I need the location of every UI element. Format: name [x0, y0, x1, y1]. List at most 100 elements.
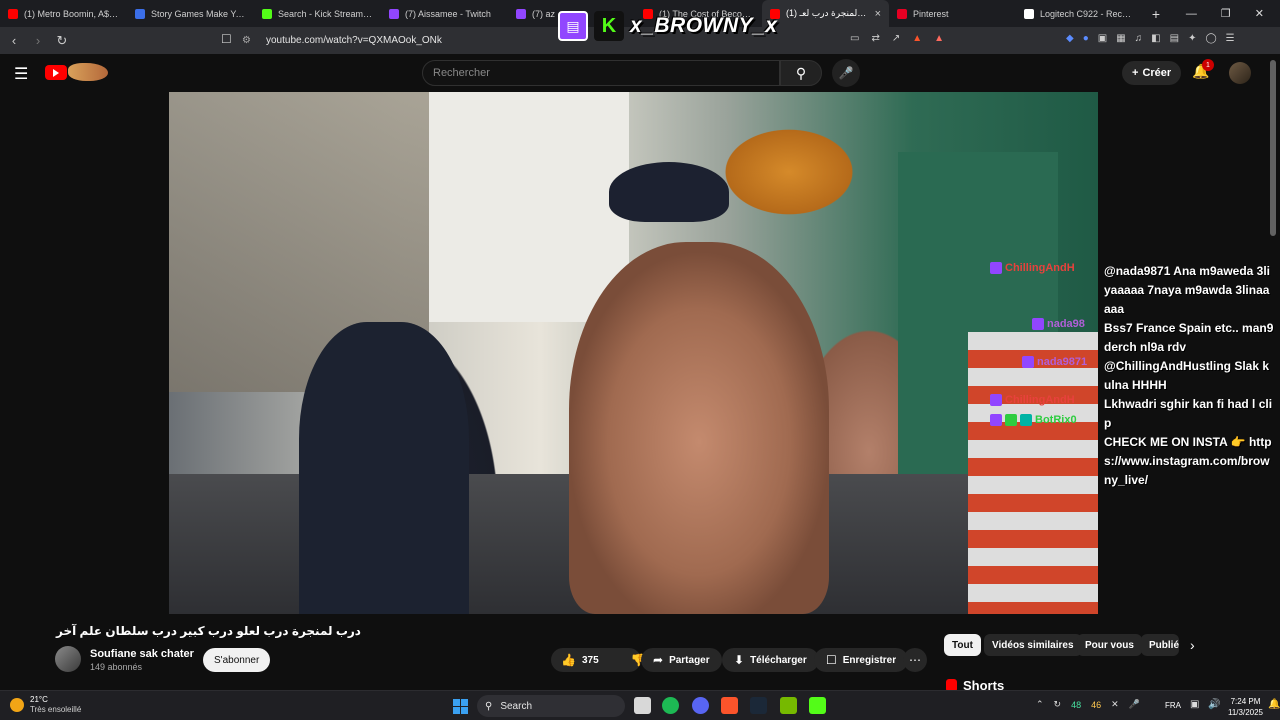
sync-icon[interactable]: ↻: [1054, 699, 1062, 710]
tray-counter[interactable]: 48: [1071, 700, 1081, 710]
chat-username-text: ChillingAndH: [1005, 262, 1075, 274]
search-icon: ⚲: [485, 700, 493, 712]
weather-widget[interactable]: 21°C Très ensoleillé: [10, 695, 81, 715]
tab-title: (1) درب لمنجرة درب لعـ: [786, 8, 869, 18]
tab-title: Pinterest: [913, 8, 949, 19]
chip-all[interactable]: Tout: [944, 634, 981, 656]
video-player[interactable]: [169, 92, 1098, 614]
network-off-icon[interactable]: ✕: [1111, 699, 1119, 710]
browser-menu-icon[interactable]: ☰: [1226, 33, 1235, 44]
share-page-icon[interactable]: ↗: [892, 33, 900, 44]
video-frame-main-person: [569, 242, 829, 614]
sidebar-icon[interactable]: ◧: [1151, 33, 1160, 44]
notification-center-icon[interactable]: 🔔: [1268, 699, 1280, 710]
create-button[interactable]: + Créer: [1122, 61, 1182, 85]
search-input[interactable]: Rechercher: [422, 60, 780, 86]
download-button[interactable]: ⬇ Télécharger: [722, 648, 819, 672]
clock[interactable]: 7:24 PM 11/3/2025: [1228, 696, 1263, 718]
video-frame-person: [299, 322, 469, 614]
youtube-icon: [8, 8, 18, 19]
temperature: 21°C: [30, 695, 48, 704]
extension-icon[interactable]: ▣: [1098, 33, 1107, 44]
restore-icon[interactable]: ❐: [1221, 7, 1231, 20]
browser-tab[interactable]: (7) Aissamee - Twitch: [381, 0, 508, 27]
chip-for-you[interactable]: Pour vous: [1077, 634, 1142, 656]
subscribe-button[interactable]: S'abonner: [203, 648, 271, 672]
tab-title: Story Games Make You Co: [151, 8, 246, 19]
notification-count-badge: 1: [1202, 59, 1214, 71]
search-button[interactable]: ⚲: [780, 60, 822, 86]
more-actions-button[interactable]: ⋯: [903, 648, 927, 672]
vpn-icon[interactable]: ◯: [1205, 33, 1216, 44]
browser-tab[interactable]: (1) درب لمنجرة درب لعـ ×: [762, 0, 889, 27]
chevron-up-icon[interactable]: ⌃: [1036, 699, 1044, 710]
browser-tab[interactable]: Pinterest: [889, 0, 1016, 27]
cast-icon[interactable]: ▭: [850, 33, 859, 44]
forward-icon[interactable]: ›: [28, 33, 48, 48]
back-icon[interactable]: ‹: [4, 33, 24, 48]
brave-icon[interactable]: [721, 697, 738, 714]
chevron-right-icon[interactable]: ›: [1190, 637, 1195, 653]
close-window-icon[interactable]: ✕: [1255, 7, 1264, 20]
download-icon: ⬇: [734, 653, 745, 667]
browser-tab[interactable]: Search - Kick Streaming: [254, 0, 381, 27]
tray-counter[interactable]: 46: [1091, 700, 1101, 710]
brave-shield-icon[interactable]: ▲: [912, 33, 922, 44]
channel-avatar[interactable]: [55, 646, 81, 672]
tab-title: (7) Aissamee - Twitch: [405, 8, 491, 19]
extension-icon[interactable]: ▦: [1116, 33, 1125, 44]
reload-icon[interactable]: ↻: [52, 33, 72, 49]
save-button[interactable]: ☐ Enregistrer: [814, 648, 909, 672]
close-tab-icon[interactable]: ×: [875, 8, 881, 20]
discord-icon[interactable]: [692, 697, 709, 714]
youtube-doodle-logo[interactable]: [68, 63, 108, 81]
browser-tab[interactable]: (1) Metro Boomin, A$AP R: [0, 0, 127, 27]
input-language[interactable]: FRA: [1165, 701, 1181, 710]
twitch-badge-icon: [990, 414, 1002, 426]
tab-title: (1) Metro Boomin, A$AP R: [24, 8, 119, 19]
windows-start-icon[interactable]: [453, 699, 468, 714]
wallet-icon[interactable]: ▤: [1170, 33, 1179, 44]
rewards-icon[interactable]: ▲: [934, 33, 944, 44]
site-info-icon[interactable]: ⚙: [242, 35, 256, 46]
channel-name[interactable]: Soufiane sak chater: [90, 648, 194, 660]
bookmark-icon[interactable]: ☐: [221, 32, 232, 46]
page-scrollbar[interactable]: [1270, 60, 1276, 236]
microphone-icon[interactable]: 🎤: [1129, 699, 1140, 710]
like-button[interactable]: 👍 375: [551, 648, 609, 672]
youtube-logo[interactable]: [45, 65, 67, 80]
browser-tab[interactable]: Logitech C922 - Recherche: [1016, 0, 1143, 27]
nvidia-icon[interactable]: [780, 697, 797, 714]
leo-ai-icon[interactable]: ✦: [1188, 33, 1196, 44]
sun-icon: [10, 698, 24, 712]
spotify-icon[interactable]: [662, 697, 679, 714]
pinterest-icon: [897, 8, 907, 19]
volume-icon[interactable]: 🔊: [1208, 699, 1220, 710]
minimize-icon[interactable]: —: [1186, 8, 1197, 20]
music-icon[interactable]: ♫: [1135, 33, 1143, 44]
save-label: Enregistrer: [842, 654, 897, 666]
hamburger-menu-icon[interactable]: ☰: [14, 64, 28, 84]
share-button[interactable]: ➦ Partager: [641, 648, 722, 672]
translate-icon[interactable]: ⇄: [871, 33, 879, 44]
account-avatar[interactable]: [1229, 62, 1251, 84]
chat-message: CHECK ME ON INSTA 👉 https://www.instagra…: [1104, 435, 1272, 487]
chip-published[interactable]: Publié: [1141, 634, 1179, 656]
weather-condition: Très ensoleillé: [30, 705, 82, 714]
steam-icon[interactable]: [750, 697, 767, 714]
browser-tab[interactable]: Story Games Make You Co: [127, 0, 254, 27]
kick-app-icon[interactable]: [809, 697, 826, 714]
like-count: 375: [581, 654, 599, 666]
chat-username-text: nada9871: [1037, 356, 1088, 368]
display-icon[interactable]: ▣: [1190, 699, 1199, 710]
microphone-icon: 🎤: [838, 66, 854, 80]
save-playlist-icon: ☐: [826, 653, 837, 667]
chip-similar[interactable]: Vidéos similaires: [984, 634, 1082, 656]
task-view-icon[interactable]: [634, 697, 651, 714]
voice-search-button[interactable]: 🎤: [832, 59, 860, 87]
taskbar-search-box[interactable]: ⚲ Search: [477, 695, 625, 717]
download-label: Télécharger: [750, 654, 807, 666]
extension-icon[interactable]: ●: [1083, 33, 1089, 44]
extension-icon[interactable]: ◆: [1066, 33, 1074, 44]
new-tab-button[interactable]: +: [1143, 6, 1169, 22]
